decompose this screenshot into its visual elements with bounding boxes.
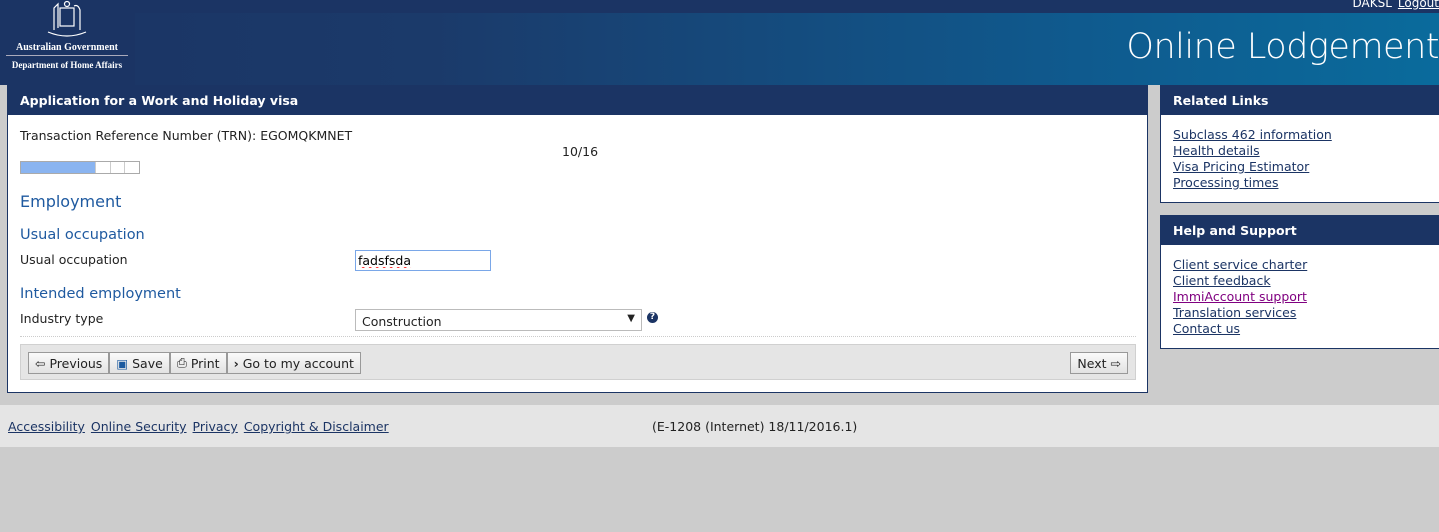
- version-text: (E-1208 (Internet) 18/11/2016.1): [652, 419, 858, 434]
- usual-occupation-label: Usual occupation: [20, 252, 128, 267]
- government-logo: Australian Government Department of Home…: [0, 0, 135, 85]
- user-area: DAKSL Logout: [1352, 0, 1439, 10]
- footer-link[interactable]: Accessibility: [8, 419, 85, 434]
- industry-type-select[interactable]: Construction ▼: [355, 309, 642, 331]
- print-icon: ⎙: [176, 355, 187, 370]
- intended-employment-heading: Intended employment: [20, 286, 181, 302]
- logout-link[interactable]: Logout: [1398, 0, 1439, 10]
- usual-occupation-heading: Usual occupation: [20, 227, 145, 243]
- coat-of-arms-icon: [47, 0, 87, 37]
- sidebar-link[interactable]: Processing times: [1173, 175, 1278, 190]
- go-to-account-button[interactable]: › Go to my account: [226, 352, 361, 374]
- next-button[interactable]: Next ⇨: [1070, 352, 1128, 374]
- gov-name: Australian Government: [6, 42, 128, 56]
- footer: Accessibility Online Security Privacy Copyr…: [0, 405, 1439, 447]
- progress-segment: [109, 162, 125, 173]
- industry-type-label: Industry type: [20, 311, 104, 326]
- section-heading: Employment: [20, 192, 122, 211]
- sidebar-link[interactable]: Client feedback: [1173, 273, 1271, 288]
- sidebar-link[interactable]: ImmiAccount support: [1173, 289, 1307, 304]
- sidebar-link[interactable]: Health details: [1173, 143, 1260, 158]
- help-support-panel: Help and Support Client service charter C…: [1160, 215, 1439, 349]
- arrow-left-icon: ⇦: [35, 355, 46, 371]
- previous-label: Previous: [49, 355, 103, 371]
- app-title: Online Lodgement: [1126, 27, 1439, 67]
- industry-type-value: Construction: [362, 314, 442, 329]
- account-label: Go to my account: [242, 355, 354, 371]
- username: DAKSL: [1352, 0, 1392, 10]
- sidebar-link[interactable]: Visa Pricing Estimator: [1173, 159, 1309, 174]
- trn-label: Transaction Reference Number (TRN): EGOM…: [20, 128, 353, 143]
- dept-name: Department of Home Affairs: [11, 60, 123, 70]
- arrow-right-icon: ⇨: [1110, 355, 1121, 371]
- footer-link[interactable]: Copyright & Disclaimer: [244, 419, 389, 434]
- progress-bar: [20, 161, 140, 174]
- help-icon[interactable]: ?: [647, 312, 658, 323]
- list-item: ImmiAccount support: [1173, 289, 1439, 305]
- sidebar-link[interactable]: Translation services: [1173, 305, 1296, 320]
- related-links-panel: Related Links Subclass 462 information He…: [1160, 85, 1439, 203]
- print-label: Print: [190, 355, 220, 371]
- save-icon: ▣: [116, 355, 129, 371]
- next-label: Next: [1077, 355, 1107, 371]
- list-item: Client feedback: [1173, 273, 1439, 289]
- list-item: Subclass 462 information: [1173, 127, 1439, 143]
- top-bar: [0, 0, 1439, 13]
- divider: [20, 336, 1136, 337]
- footer-link[interactable]: Privacy: [193, 419, 238, 434]
- list-item: Contact us: [1173, 321, 1439, 337]
- print-button[interactable]: ⎙ Print: [169, 352, 227, 374]
- sidebar-link[interactable]: Client service charter: [1173, 257, 1307, 272]
- dropdown-arrow-icon: ▼: [627, 313, 635, 324]
- application-panel: Application for a Work and Holiday visa …: [7, 85, 1148, 393]
- sidebar-link[interactable]: Subclass 462 information: [1173, 127, 1332, 142]
- sidebar-link[interactable]: Contact us: [1173, 321, 1240, 336]
- list-item: Client service charter: [1173, 257, 1439, 273]
- list-item: Translation services: [1173, 305, 1439, 321]
- progress-fill: [21, 162, 95, 173]
- progress-text: 10/16: [562, 144, 599, 159]
- panel-title: Application for a Work and Holiday visa: [8, 86, 1147, 115]
- related-links-title: Related Links: [1161, 86, 1439, 115]
- save-button[interactable]: ▣ Save: [109, 352, 170, 374]
- progress-segment: [94, 162, 110, 173]
- save-label: Save: [132, 355, 163, 371]
- previous-button[interactable]: ⇦ Previous: [28, 352, 110, 374]
- chevron-right-icon: ›: [233, 355, 239, 371]
- footer-link[interactable]: Online Security: [91, 419, 187, 434]
- list-item: Visa Pricing Estimator: [1173, 159, 1439, 175]
- progress-segment: [124, 162, 139, 173]
- list-item: Health details: [1173, 143, 1439, 159]
- usual-occupation-input[interactable]: [355, 250, 491, 271]
- list-item: Processing times: [1173, 175, 1439, 191]
- button-bar: ⇦ Previous ▣ Save ⎙ Print › Go to my account…: [20, 344, 1136, 380]
- help-support-title: Help and Support: [1161, 216, 1439, 245]
